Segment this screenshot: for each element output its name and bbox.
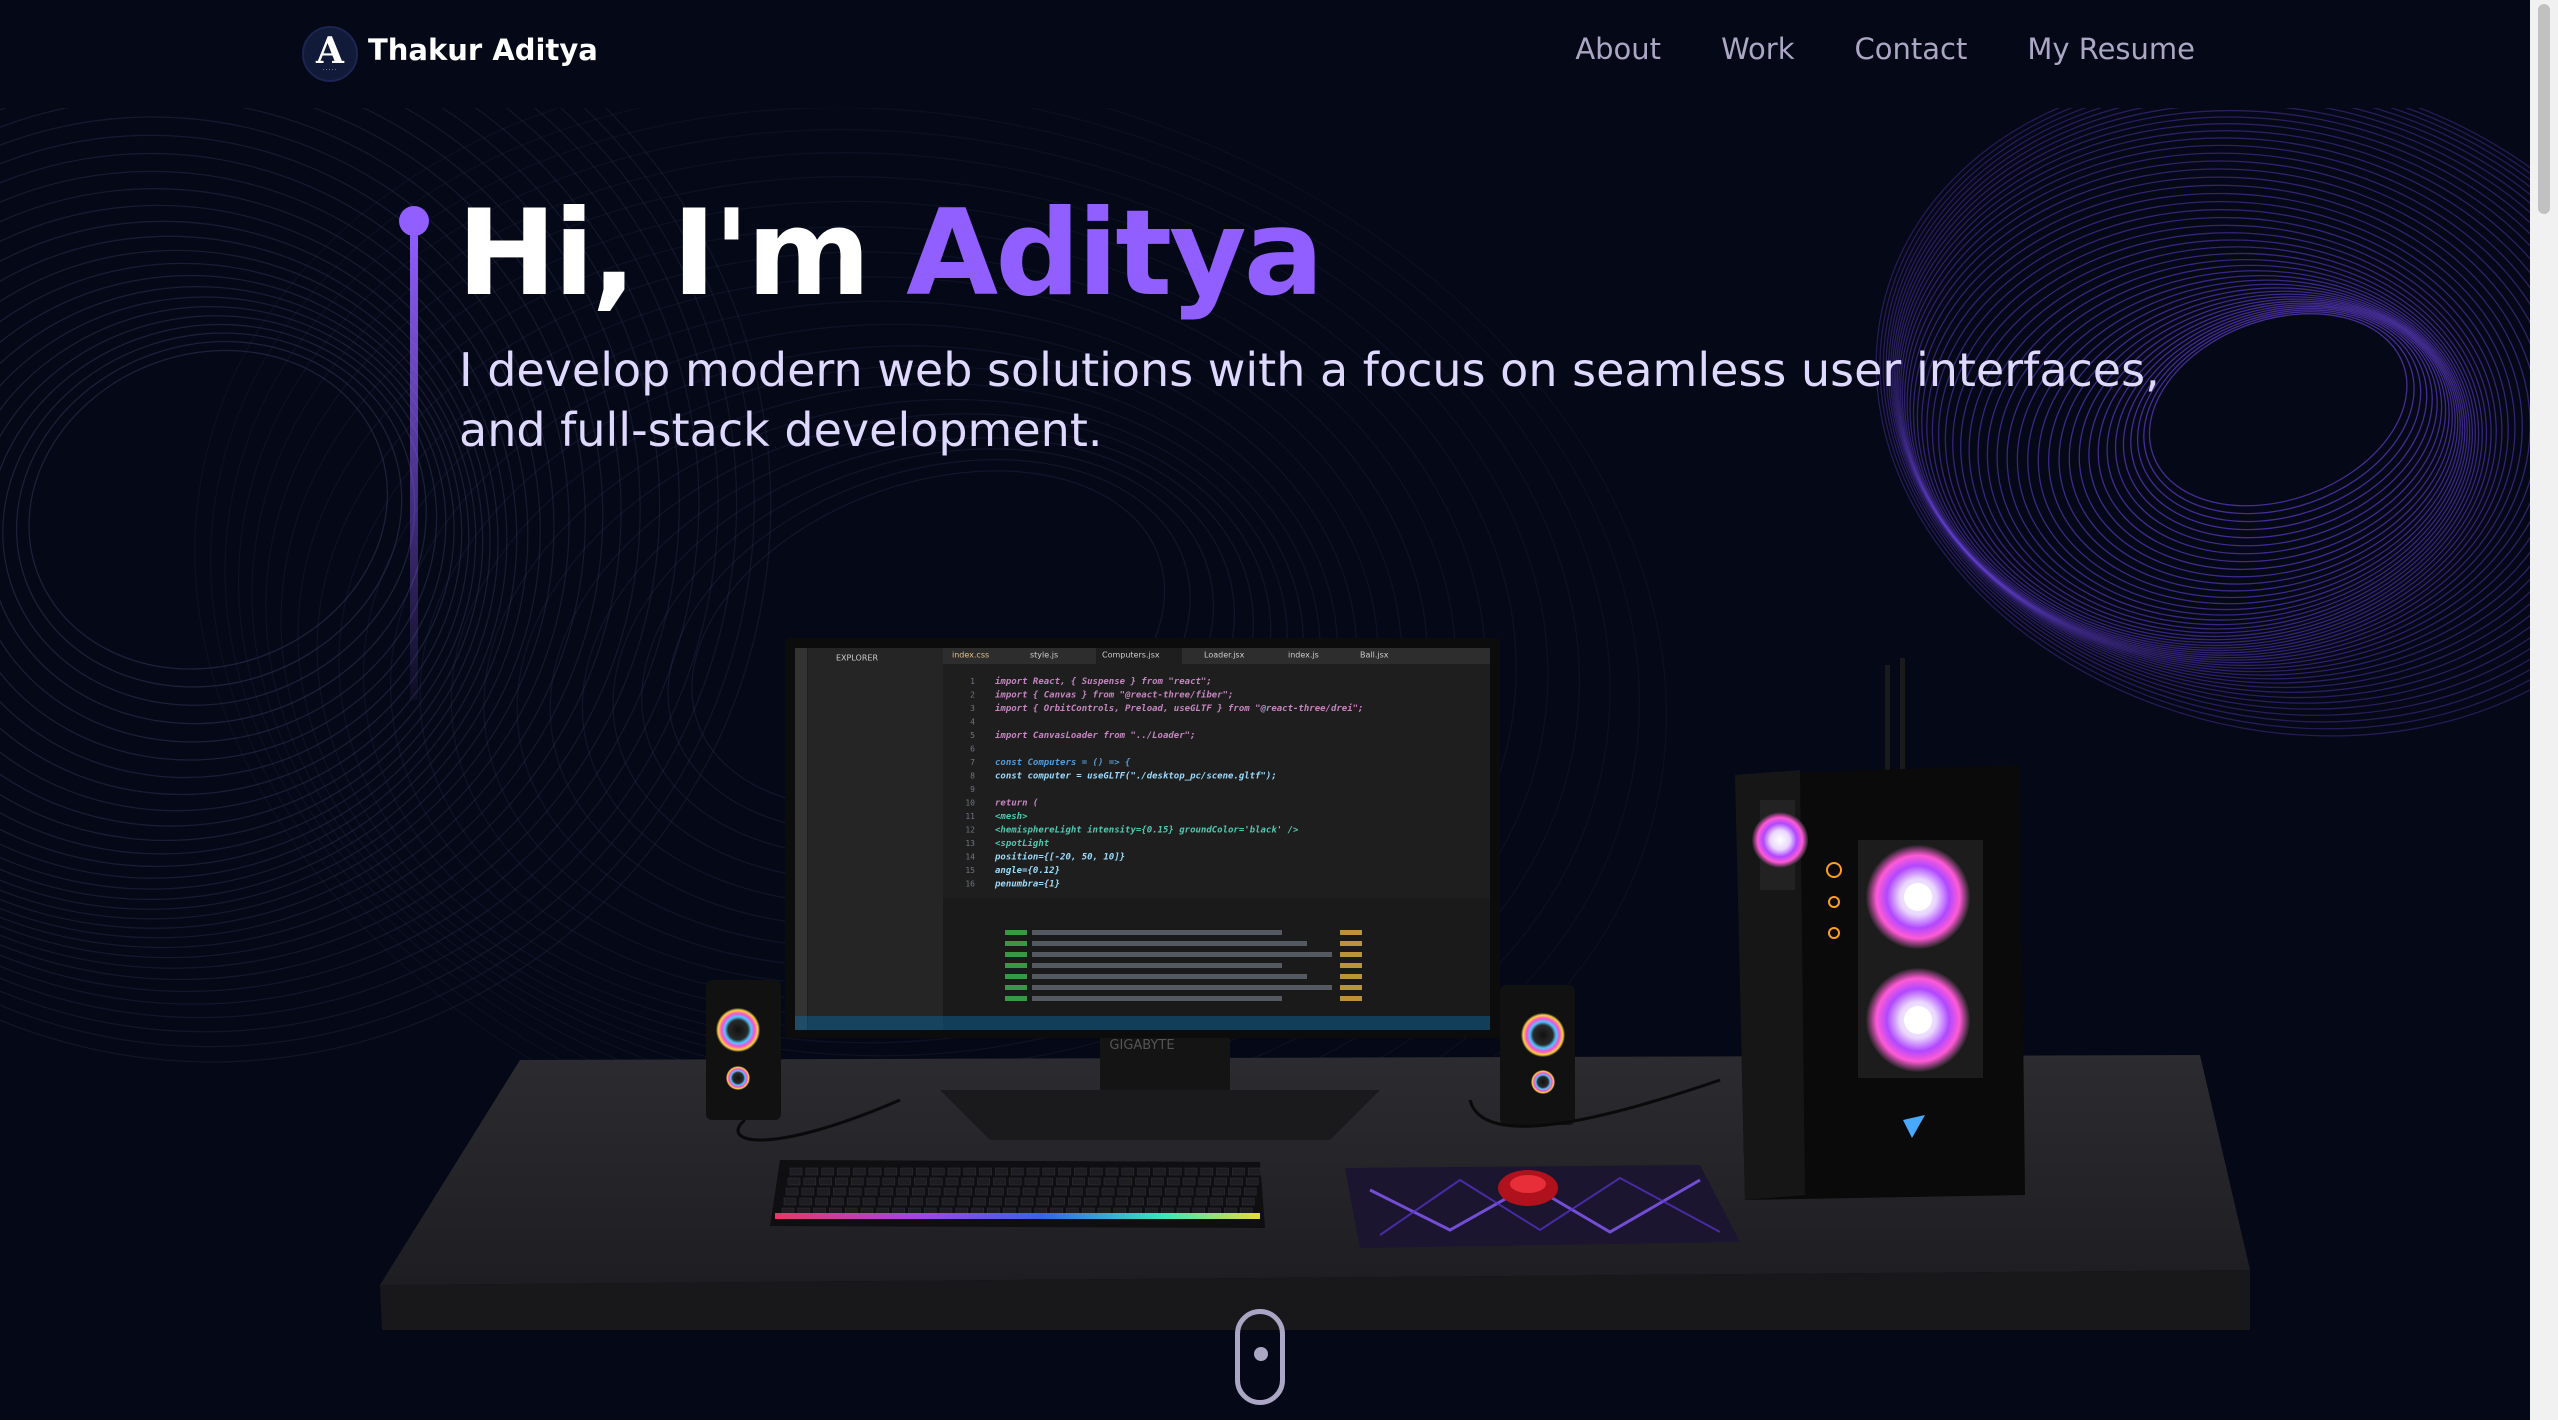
editor-tab: style.js bbox=[1030, 651, 1058, 660]
code-line-number: 1 bbox=[970, 677, 975, 686]
code-line: penumbra={1} bbox=[994, 880, 1060, 890]
speaker-left bbox=[706, 980, 781, 1120]
hero-title-prefix: Hi, I'm bbox=[457, 185, 907, 323]
editor-tab: Loader.jsx bbox=[1204, 651, 1245, 660]
hero-title: Hi, I'm Aditya bbox=[457, 185, 1324, 323]
explorer-title: EXPLORER bbox=[836, 654, 878, 663]
editor-tab: index.js bbox=[1288, 651, 1319, 660]
monitor-brand: GIGABYTE bbox=[1109, 1038, 1174, 1053]
scrollbar-thumb[interactable] bbox=[2538, 4, 2550, 214]
hero-title-name: Aditya bbox=[906, 185, 1324, 323]
code-line-number: 5 bbox=[970, 731, 975, 740]
brand-name[interactable]: Thakur Aditya bbox=[368, 33, 598, 67]
code-line-number: 16 bbox=[965, 880, 975, 889]
code-line: import CanvasLoader from "../Loader"; bbox=[995, 730, 1195, 741]
code-line-number: 10 bbox=[965, 799, 975, 808]
pc-tower bbox=[1735, 658, 2025, 1200]
code-line-number: 12 bbox=[965, 826, 975, 835]
mouse-scroll-icon[interactable] bbox=[1235, 1309, 1285, 1405]
code-line-number: 3 bbox=[970, 704, 975, 713]
scroll-dot bbox=[1254, 1347, 1268, 1361]
code-line: import { Canvas } from "@react-three/fib… bbox=[995, 690, 1233, 701]
monitor: EXPLORER index.css style.js Computers.jsx L… bbox=[785, 638, 1500, 1053]
code-line: <mesh> bbox=[995, 812, 1028, 822]
code-line: import React, { Suspense } from "react"; bbox=[995, 676, 1212, 687]
code-line-number: 14 bbox=[965, 853, 975, 862]
hero-subtitle: I develop modern web solutions with a fo… bbox=[459, 343, 2160, 457]
code-line-number: 2 bbox=[970, 691, 975, 700]
code-line-number: 7 bbox=[970, 758, 975, 767]
editor-explorer bbox=[808, 648, 943, 1030]
code-line-number: 6 bbox=[970, 745, 975, 754]
code-line: angle={0.12} bbox=[995, 866, 1060, 876]
code-line: const computer = useGLTF("./desktop_pc/s… bbox=[995, 772, 1277, 782]
code-line-number: 4 bbox=[970, 718, 975, 727]
mouse bbox=[1498, 1170, 1558, 1206]
code-line-number: 15 bbox=[965, 866, 975, 875]
keyboard bbox=[770, 1160, 1265, 1228]
speaker-right bbox=[1500, 985, 1575, 1125]
navbar: A ····· Thakur Aditya About Work Contact … bbox=[0, 0, 2530, 108]
editor-tab: Ball.jsx bbox=[1360, 651, 1389, 660]
nav-link-resume[interactable]: My Resume bbox=[2027, 32, 2195, 66]
code-line: const Computers = () => { bbox=[995, 758, 1131, 768]
editor-tab: Computers.jsx bbox=[1102, 651, 1160, 660]
code-line-number: 8 bbox=[970, 772, 975, 781]
hero-accent-line bbox=[410, 230, 418, 700]
code-line-number: 11 bbox=[965, 812, 975, 821]
nav-links: About Work Contact My Resume bbox=[1575, 32, 2195, 66]
code-line-number: 9 bbox=[970, 785, 975, 794]
code-line-number: 13 bbox=[965, 839, 975, 848]
code-line: position={[-20, 50, 10]} bbox=[994, 852, 1125, 863]
logo-a-icon[interactable]: A ····· bbox=[302, 26, 358, 82]
code-line: <hemisphereLight intensity={0.15} ground… bbox=[995, 825, 1299, 836]
nav-link-contact[interactable]: Contact bbox=[1855, 32, 1968, 66]
nav-link-work[interactable]: Work bbox=[1721, 32, 1794, 66]
editor-tab: index.css bbox=[952, 651, 989, 660]
code-line: import { OrbitControls, Preload, useGLTF… bbox=[995, 703, 1363, 714]
code-line: <spotLight bbox=[995, 838, 1050, 849]
code-line: return ( bbox=[995, 799, 1038, 809]
nav-link-about[interactable]: About bbox=[1575, 32, 1661, 66]
page-scrollbar[interactable] bbox=[2530, 0, 2558, 1420]
